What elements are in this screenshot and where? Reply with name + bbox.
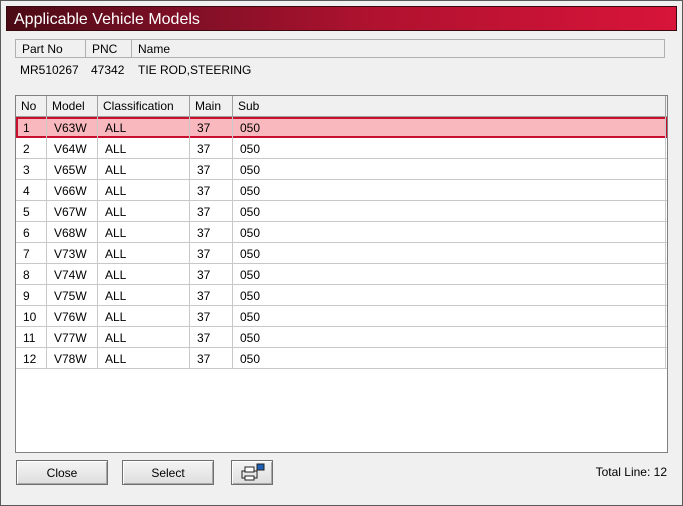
cell-sub: 050 <box>233 285 666 306</box>
cell-classification: ALL <box>98 348 190 369</box>
table-row[interactable]: 4 V66W ALL 37 050 <box>16 180 667 201</box>
cell-classification: ALL <box>98 285 190 306</box>
pnc-header: PNC <box>86 40 132 57</box>
cell-no: 6 <box>16 222 47 243</box>
cell-no: 3 <box>16 159 47 180</box>
part-info-panel: Part No PNC Name MR510267 47342 TIE ROD,… <box>15 39 665 89</box>
column-header-classification[interactable]: Classification <box>98 96 190 116</box>
cell-main: 37 <box>190 138 233 159</box>
cell-classification: ALL <box>98 327 190 348</box>
cell-model: V73W <box>47 243 98 264</box>
window-title: Applicable Vehicle Models <box>14 11 200 28</box>
grid-header: No Model Classification Main Sub <box>16 96 667 117</box>
cell-sub: 050 <box>233 180 666 201</box>
name-header: Name <box>138 42 171 56</box>
column-header-main[interactable]: Main <box>190 96 233 116</box>
cell-main: 37 <box>190 327 233 348</box>
table-row[interactable]: 2 V64W ALL 37 050 <box>16 138 667 159</box>
dialog-window: Applicable Vehicle Models Part No PNC Na… <box>0 0 683 506</box>
table-row[interactable]: 11 V77W ALL 37 050 <box>16 327 667 348</box>
part-no-header: Part No <box>16 40 86 57</box>
column-header-no[interactable]: No <box>16 96 47 116</box>
printer-icon <box>241 463 265 481</box>
cell-classification: ALL <box>98 264 190 285</box>
cell-model: V78W <box>47 348 98 369</box>
cell-main: 37 <box>190 348 233 369</box>
cell-main: 37 <box>190 201 233 222</box>
cell-no: 4 <box>16 180 47 201</box>
grid-body: 1 V63W ALL 37 050 2 V64W ALL 37 050 3 V65W ALL 37 050 4… <box>16 117 667 369</box>
cell-no: 11 <box>16 327 47 348</box>
cell-sub: 050 <box>233 327 666 348</box>
cell-model: V67W <box>47 201 98 222</box>
cell-main: 37 <box>190 159 233 180</box>
cell-main: 37 <box>190 306 233 327</box>
column-header-sub[interactable]: Sub <box>233 96 666 116</box>
cell-sub: 050 <box>233 348 666 369</box>
part-info-header: Part No PNC Name <box>15 39 665 58</box>
cell-model: V74W <box>47 264 98 285</box>
cell-classification: ALL <box>98 222 190 243</box>
cell-no: 12 <box>16 348 47 369</box>
cell-model: V64W <box>47 138 98 159</box>
cell-sub: 050 <box>233 264 666 285</box>
cell-model: V75W <box>47 285 98 306</box>
cell-model: V65W <box>47 159 98 180</box>
cell-sub: 050 <box>233 201 666 222</box>
cell-no: 7 <box>16 243 47 264</box>
cell-sub: 050 <box>233 306 666 327</box>
cell-main: 37 <box>190 180 233 201</box>
print-button[interactable] <box>231 460 273 485</box>
table-row[interactable]: 3 V65W ALL 37 050 <box>16 159 667 180</box>
table-row[interactable]: 1 V63W ALL 37 050 <box>16 117 667 138</box>
cell-no: 5 <box>16 201 47 222</box>
cell-classification: ALL <box>98 201 190 222</box>
cell-main: 37 <box>190 285 233 306</box>
cell-main: 37 <box>190 222 233 243</box>
cell-model: V77W <box>47 327 98 348</box>
part-no-value: MR510267 <box>20 63 79 77</box>
cell-classification: ALL <box>98 159 190 180</box>
cell-no: 9 <box>16 285 47 306</box>
cell-main: 37 <box>190 243 233 264</box>
table-row[interactable]: 10 V76W ALL 37 050 <box>16 306 667 327</box>
cell-classification: ALL <box>98 138 190 159</box>
cell-classification: ALL <box>98 180 190 201</box>
cell-main: 37 <box>190 264 233 285</box>
select-button[interactable]: Select <box>122 460 214 485</box>
cell-sub: 050 <box>233 159 666 180</box>
table-row[interactable]: 9 V75W ALL 37 050 <box>16 285 667 306</box>
cell-model: V66W <box>47 180 98 201</box>
title-bar[interactable]: Applicable Vehicle Models <box>6 6 677 31</box>
cell-model: V68W <box>47 222 98 243</box>
close-button[interactable]: Close <box>16 460 108 485</box>
cell-sub: 050 <box>233 138 666 159</box>
vehicle-models-grid: No Model Classification Main Sub 1 V63W AL… <box>15 95 668 453</box>
name-value: TIE ROD,STEERING <box>138 63 252 77</box>
cell-classification: ALL <box>98 243 190 264</box>
cell-classification: ALL <box>98 306 190 327</box>
cell-sub: 050 <box>233 222 666 243</box>
table-row[interactable]: 12 V78W ALL 37 050 <box>16 348 667 369</box>
cell-sub: 050 <box>233 117 666 138</box>
table-row[interactable]: 8 V74W ALL 37 050 <box>16 264 667 285</box>
cell-no: 1 <box>16 117 47 138</box>
total-line-status: Total Line: 12 <box>595 465 667 479</box>
cell-model: V63W <box>47 117 98 138</box>
cell-main: 37 <box>190 117 233 138</box>
table-row[interactable]: 6 V68W ALL 37 050 <box>16 222 667 243</box>
cell-no: 8 <box>16 264 47 285</box>
table-row[interactable]: 5 V67W ALL 37 050 <box>16 201 667 222</box>
cell-classification: ALL <box>98 117 190 138</box>
cell-no: 10 <box>16 306 47 327</box>
cell-no: 2 <box>16 138 47 159</box>
cell-sub: 050 <box>233 243 666 264</box>
cell-model: V76W <box>47 306 98 327</box>
column-header-model[interactable]: Model <box>47 96 98 116</box>
table-row[interactable]: 7 V73W ALL 37 050 <box>16 243 667 264</box>
pnc-value: 47342 <box>91 63 125 77</box>
